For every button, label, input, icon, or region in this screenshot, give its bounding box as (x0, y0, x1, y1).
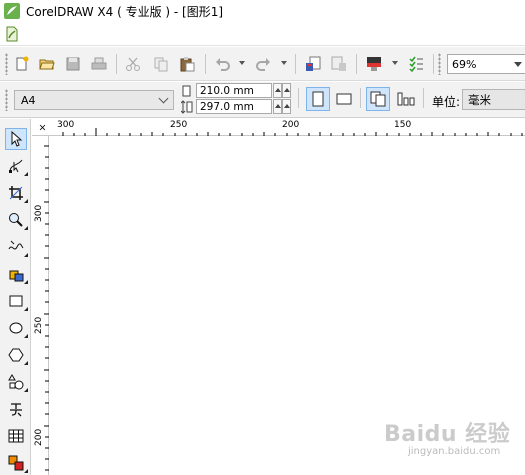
current-page-icon (397, 92, 415, 106)
portrait-icon (312, 91, 324, 107)
ellipse-tool[interactable] (5, 317, 28, 339)
interactive-blend-icon (8, 455, 24, 471)
paper-height-icon (181, 100, 193, 114)
shape-node-icon (9, 159, 23, 173)
basic-shapes-tool[interactable] (5, 371, 28, 393)
paper-width-input[interactable]: 210.0 mm (196, 83, 272, 98)
paper-height-input[interactable]: 297.0 mm (196, 99, 272, 114)
application-launcher-icon[interactable] (365, 55, 383, 73)
ruler-label: 200 (34, 428, 44, 446)
portrait-orientation-button[interactable] (306, 87, 330, 111)
shape-tool[interactable] (5, 155, 28, 177)
copy-icon[interactable] (152, 55, 170, 73)
pointer-icon (11, 131, 23, 147)
paper-size-value: A4 (21, 93, 36, 107)
save-icon[interactable] (64, 55, 82, 73)
menu-bar (0, 22, 525, 46)
height-spinner[interactable] (273, 99, 282, 114)
paper-size-select[interactable]: A4 (14, 90, 174, 110)
units-label: 单位: (432, 95, 461, 109)
print-icon[interactable] (90, 55, 108, 73)
title-bar: CorelDRAW X4 ( 专业版 ) - [图形1] (0, 0, 525, 22)
ruler-ticks (44, 145, 49, 471)
toolbar-grip[interactable] (438, 53, 441, 75)
zoom-tool[interactable] (5, 209, 28, 231)
smart-fill-tool[interactable] (5, 263, 28, 285)
ellipse-icon (9, 322, 23, 334)
undo-dropdown-icon[interactable] (239, 61, 245, 65)
all-pages-button[interactable] (366, 87, 390, 111)
undo-icon[interactable] (214, 55, 232, 73)
units-select[interactable]: 毫米 (462, 89, 525, 110)
pick-tool[interactable] (5, 128, 27, 150)
toolbar-grip[interactable] (5, 89, 8, 111)
ruler-label: 200 (282, 120, 300, 130)
interactive-fill-tool[interactable] (5, 452, 28, 474)
zoom-level-value: 69% (452, 57, 477, 71)
chevron-down-icon (158, 93, 169, 104)
toolbar-grip[interactable] (5, 53, 8, 75)
vertical-ruler[interactable]: 300 250 200 (32, 136, 49, 475)
text-tool[interactable] (5, 398, 27, 420)
ruler-label: 300 (57, 120, 75, 130)
magnifier-icon (9, 213, 23, 227)
ruler-label: 300 (34, 204, 44, 222)
width-spinner[interactable] (273, 83, 282, 98)
ruler-ticks (39, 124, 523, 136)
freehand-icon (8, 240, 24, 250)
paste-icon[interactable] (178, 55, 196, 73)
all-pages-icon (370, 91, 386, 107)
redo-icon[interactable] (254, 55, 272, 73)
units-value: 毫米 (468, 92, 491, 107)
horizontal-ruler[interactable]: 300 250 200 150 (32, 119, 525, 136)
options-icon[interactable] (407, 55, 425, 73)
watermark-url: jingyan.baidu.com (408, 446, 501, 457)
launcher-dropdown-icon[interactable] (392, 61, 398, 65)
import-icon[interactable] (304, 55, 322, 73)
redo-dropdown-icon[interactable] (281, 61, 287, 65)
window-title: CorelDRAW X4 ( 专业版 ) - [图形1] (26, 4, 224, 19)
cut-icon[interactable] (124, 55, 142, 73)
paper-width-icon (182, 85, 191, 97)
watermark-logo: Baidu 经验 (384, 422, 511, 447)
paper-width-value: 210.0 mm (200, 84, 254, 97)
current-page-button[interactable] (394, 87, 418, 111)
rectangle-icon (9, 295, 23, 307)
toolbox (0, 119, 31, 475)
ruler-label: 150 (394, 120, 412, 130)
landscape-orientation-button[interactable] (332, 87, 356, 111)
chevron-down-icon (514, 62, 522, 67)
paper-height-value: 297.0 mm (200, 100, 254, 113)
crop-icon (9, 186, 23, 200)
coreldraw-app-icon[interactable] (4, 3, 20, 19)
table-icon (8, 429, 24, 443)
width-spinner-up[interactable] (282, 83, 291, 98)
basic-shapes-icon (8, 374, 24, 390)
rectangle-tool[interactable] (5, 290, 28, 312)
polygon-icon (8, 348, 24, 362)
table-tool[interactable] (5, 425, 27, 447)
smart-fill-icon (9, 270, 24, 282)
freehand-tool[interactable] (5, 236, 28, 258)
ruler-label: 250 (34, 316, 44, 334)
new-document-icon[interactable] (13, 55, 31, 73)
export-icon[interactable] (330, 55, 348, 73)
document-icon[interactable] (4, 26, 20, 42)
height-spinner-up[interactable] (282, 99, 291, 114)
baidu-watermark: Baidu 经验 jingyan.baidu.com (384, 416, 524, 474)
crop-tool[interactable] (5, 182, 28, 204)
zoom-level-select[interactable]: 69% (447, 54, 525, 74)
text-char-icon (10, 403, 22, 417)
open-folder-icon[interactable] (38, 55, 56, 73)
ruler-label: 250 (170, 120, 188, 130)
landscape-icon (336, 93, 352, 105)
polygon-tool[interactable] (5, 344, 28, 366)
